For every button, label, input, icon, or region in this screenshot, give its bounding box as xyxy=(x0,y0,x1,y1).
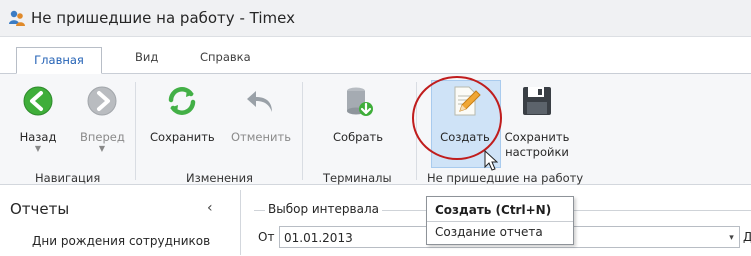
refresh-icon xyxy=(168,87,196,115)
mouse-cursor-icon xyxy=(484,150,498,171)
group-label-navigation: Навигация xyxy=(35,171,101,185)
save-button[interactable]: Сохранить xyxy=(150,84,215,145)
people-icon xyxy=(9,10,25,26)
save-settings-label: Сохранить настройки xyxy=(504,130,570,159)
collect-label: Собрать xyxy=(333,130,383,144)
create-tooltip: Создать (Ctrl+N) Создание отчета xyxy=(426,196,574,245)
arrow-right-icon xyxy=(87,86,117,116)
collapse-chevron-icon[interactable]: ‹ xyxy=(207,200,213,216)
forward-button[interactable]: Вперед ▼ xyxy=(80,84,125,153)
database-download-icon xyxy=(347,87,373,116)
cancel-label: Отменить xyxy=(231,130,291,144)
forward-label: Вперед xyxy=(80,130,125,144)
interval-legend: Выбор интервала xyxy=(265,202,382,216)
tab-view[interactable]: Вид xyxy=(135,50,158,64)
group-separator xyxy=(135,82,136,180)
save-label: Сохранить xyxy=(150,130,215,144)
cancel-button[interactable]: Отменить xyxy=(230,84,292,145)
collect-button[interactable]: Собрать xyxy=(328,84,388,145)
from-label: От xyxy=(258,230,275,244)
chevron-down-icon: ▼ xyxy=(98,144,106,153)
floppy-disk-icon xyxy=(523,87,551,115)
chevron-down-icon[interactable]: ▾ xyxy=(724,226,740,248)
ribbon: Назад ▼ Вперед ▼ Сохранить Отменить Собр… xyxy=(0,74,751,185)
reports-title: Отчеты xyxy=(10,200,70,218)
window-title: Не пришедшие на работу - Timex xyxy=(31,9,295,27)
group-separator xyxy=(302,82,303,180)
undo-icon xyxy=(247,91,272,112)
window-titlebar: Не пришедшие на работу - Timex xyxy=(0,0,751,37)
report-item-birthdays[interactable]: Дни рождения сотрудников xyxy=(32,234,210,248)
tab-home[interactable]: Главная xyxy=(16,47,102,74)
ribbon-tabbar: Главная Вид Справка xyxy=(0,47,751,74)
tab-help[interactable]: Справка xyxy=(200,50,251,64)
tooltip-title: Создать (Ctrl+N) xyxy=(435,203,552,217)
reports-panel: Отчеты ‹ Дни рождения сотрудников xyxy=(0,190,241,255)
group-label-changes: Изменения xyxy=(186,171,253,185)
group-label-terminals: Терминалы xyxy=(323,171,392,185)
arrow-left-icon xyxy=(23,86,53,116)
chevron-down-icon: ▼ xyxy=(34,144,42,153)
tooltip-description: Создание отчета xyxy=(435,225,543,239)
group-label-absent: Не пришедшие на работу xyxy=(427,171,584,185)
tooltip-divider xyxy=(427,221,573,222)
save-settings-button[interactable]: Сохранить настройки xyxy=(502,84,572,160)
back-button[interactable]: Назад ▼ xyxy=(18,84,58,153)
to-label: Д xyxy=(743,230,751,244)
annotation-circle xyxy=(412,76,502,160)
back-label: Назад xyxy=(19,130,57,144)
